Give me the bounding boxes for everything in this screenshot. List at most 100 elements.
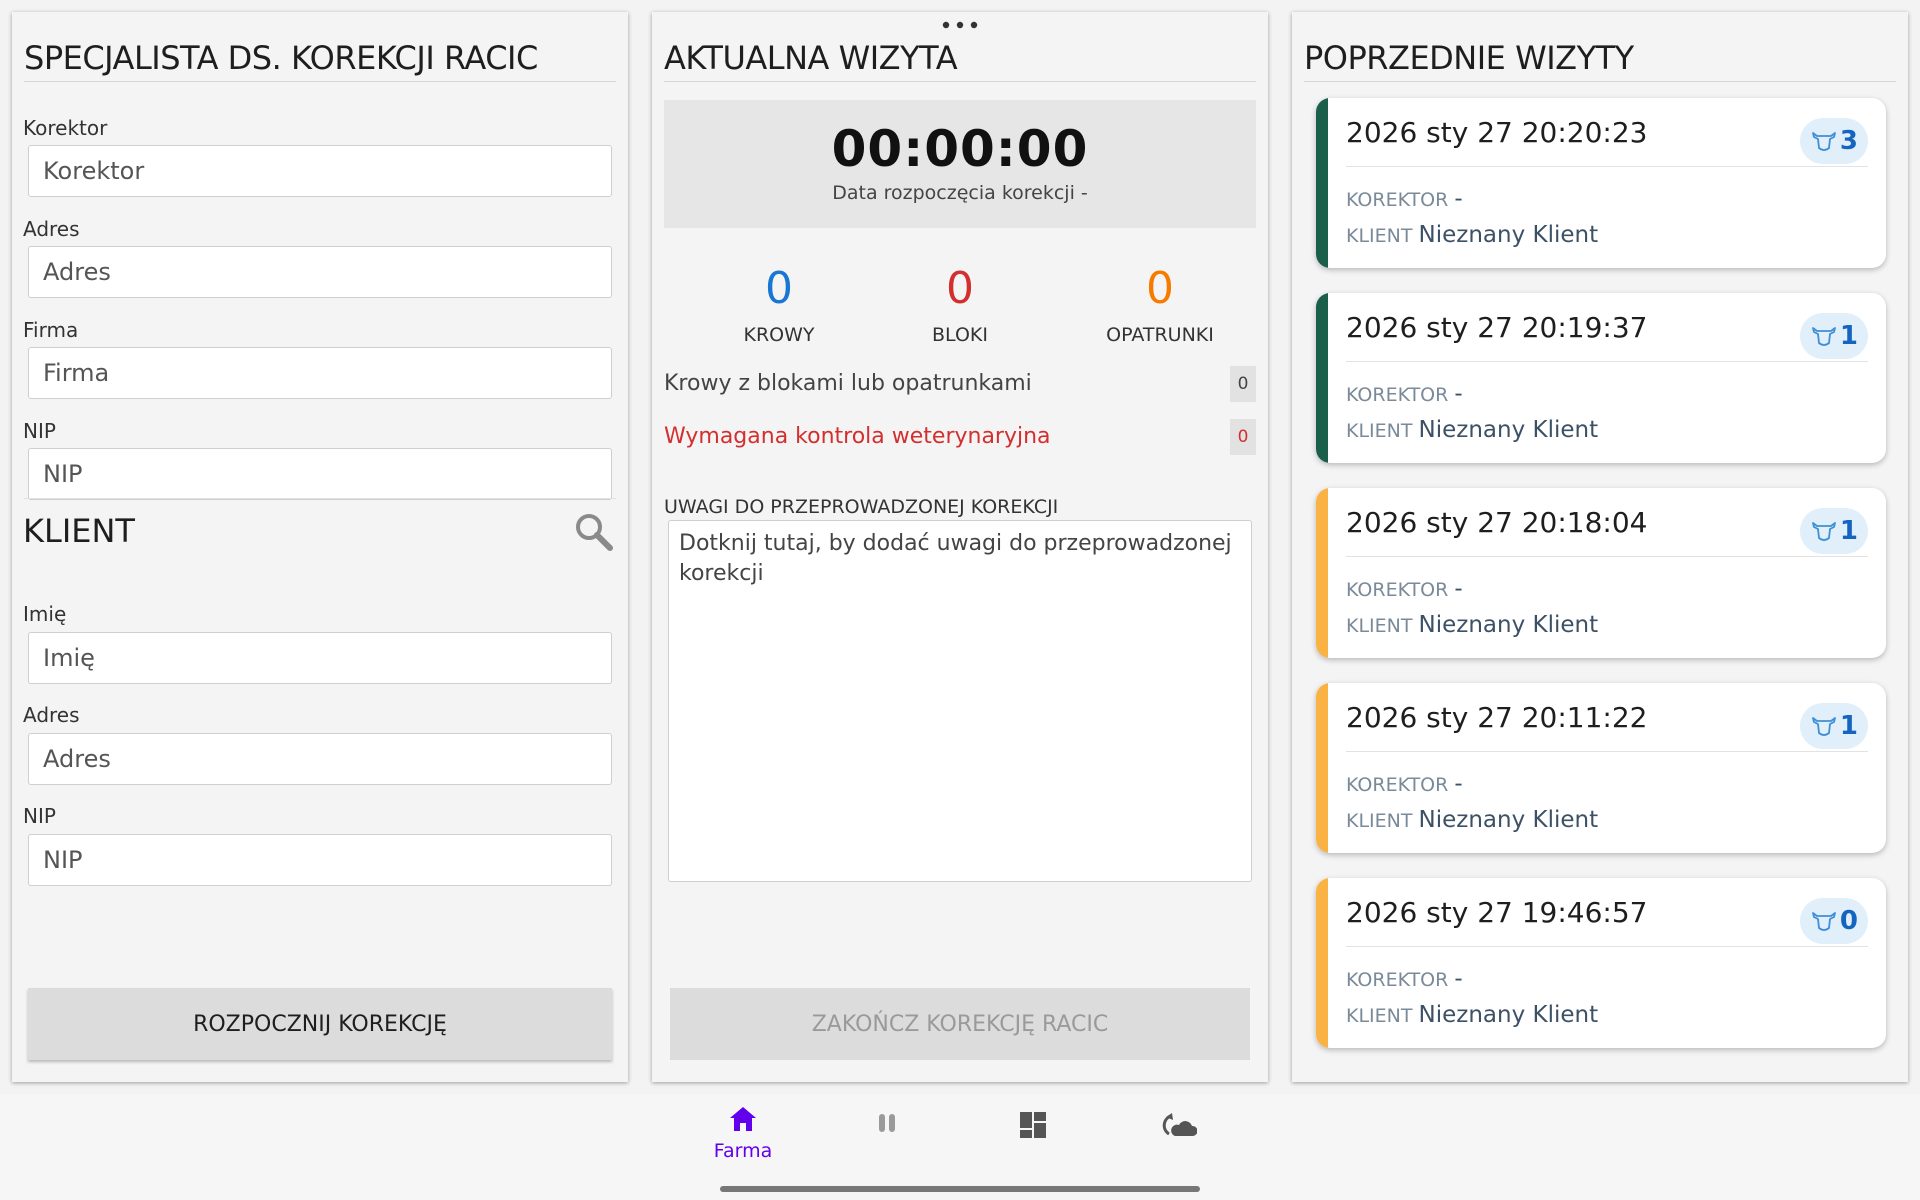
visit-cow-count-badge: 3 <box>1799 118 1868 164</box>
visit-client-value: Nieznany Klient <box>1418 612 1599 638</box>
visit-cow-count: 1 <box>1839 321 1858 351</box>
visit-client-value: Nieznany Klient <box>1418 1002 1599 1028</box>
cow-icon <box>1812 522 1836 541</box>
visit-status-stripe <box>1316 293 1328 463</box>
visit-card[interactable]: 2026 sty 27 20:11:22 1 KOREKTOR - KLIENT… <box>1316 683 1886 853</box>
corrector-address-label: Adres <box>23 217 80 241</box>
dashboard-icon <box>1020 1112 1046 1138</box>
visit-card[interactable]: 2026 sty 27 19:46:57 0 KOREKTOR - KLIENT… <box>1316 878 1886 1048</box>
visit-date: 2026 sty 27 20:11:22 <box>1346 701 1648 734</box>
korektor-input[interactable] <box>28 145 612 197</box>
client-name-label: Imię <box>23 602 67 626</box>
visit-korektor-line: KOREKTOR - <box>1346 381 1463 407</box>
stat-cows-value: 0 <box>765 263 793 314</box>
visit-client-value: Nieznany Klient <box>1418 807 1599 833</box>
timer-value: 00:00:00 <box>831 120 1089 178</box>
nav-sync[interactable] <box>1124 1104 1234 1174</box>
stat-blocks: 0 BLOKI <box>860 262 1060 346</box>
visit-card[interactable]: 2026 sty 27 20:19:37 1 KOREKTOR - KLIENT… <box>1316 293 1886 463</box>
start-date-label: Data rozpoczęcia korekcji - <box>832 182 1088 204</box>
vet-check-row: Wymagana kontrola weterynaryjna 0 <box>664 417 1256 457</box>
visit-status-stripe <box>1316 488 1328 658</box>
client-name-input[interactable] <box>28 632 612 684</box>
company-input[interactable] <box>28 347 612 399</box>
visit-date: 2026 sty 27 20:19:37 <box>1346 311 1648 344</box>
notes-textarea[interactable] <box>668 520 1252 882</box>
current-visit-title: AKTUALNA WIZYTA <box>664 26 1256 82</box>
visit-divider <box>1346 166 1868 167</box>
visit-korektor-label: KOREKTOR <box>1346 189 1449 211</box>
client-address-label: Adres <box>23 703 80 727</box>
visit-status-stripe <box>1316 878 1328 1048</box>
cloud-sync-icon <box>1162 1113 1198 1136</box>
corrector-panel: SPECJALISTA DS. KOREKCJI RACIC Korektor … <box>12 12 628 1082</box>
nav-pause[interactable] <box>832 1104 942 1174</box>
cow-icon <box>1812 327 1836 346</box>
visit-korektor-line: KOREKTOR - <box>1346 186 1463 212</box>
visit-korektor-value: - <box>1454 576 1463 602</box>
visit-cow-count-badge: 1 <box>1799 703 1868 749</box>
visit-korektor-value: - <box>1454 771 1463 797</box>
visit-card[interactable]: 2026 sty 27 20:18:04 1 KOREKTOR - KLIENT… <box>1316 488 1886 658</box>
client-section-title: KLIENT <box>23 512 135 550</box>
visit-korektor-value: - <box>1454 381 1463 407</box>
visit-client-line: KLIENT Nieznany Klient <box>1346 612 1598 638</box>
visit-date: 2026 sty 27 19:46:57 <box>1346 896 1648 929</box>
visit-client-line: KLIENT Nieznany Klient <box>1346 417 1598 443</box>
visit-korektor-label: KOREKTOR <box>1346 774 1449 796</box>
cow-icon <box>1812 717 1836 736</box>
visit-client-line: KLIENT Nieznany Klient <box>1346 807 1598 833</box>
stat-blocks-value: 0 <box>946 263 974 314</box>
cow-icon <box>1812 912 1836 931</box>
client-address-input[interactable] <box>28 733 612 785</box>
notes-label: UWAGI DO PRZEPROWADZONEJ KOREKCJI <box>664 496 1059 518</box>
stat-cows: 0 KROWY <box>679 262 879 346</box>
client-nip-label: NIP <box>23 804 56 828</box>
visit-divider <box>1346 946 1868 947</box>
client-nip-input[interactable] <box>28 834 612 886</box>
visit-divider <box>1346 556 1868 557</box>
start-correction-button[interactable]: ROZPOCZNIJ KOREKCJĘ <box>28 988 612 1060</box>
visit-date: 2026 sty 27 20:18:04 <box>1346 506 1648 539</box>
home-indicator[interactable] <box>720 1186 1200 1192</box>
stat-dressings-value: 0 <box>1146 263 1174 314</box>
visit-client-line: KLIENT Nieznany Klient <box>1346 222 1598 248</box>
cows-with-blocks-label: Krowy z blokami lub opatrunkami <box>664 371 1032 396</box>
cow-icon <box>1812 132 1836 151</box>
visit-korektor-label: KOREKTOR <box>1346 384 1449 406</box>
cows-with-blocks-row: Krowy z blokami lub opatrunkami 0 <box>664 364 1256 404</box>
stat-cows-label: KROWY <box>743 324 815 346</box>
visit-date: 2026 sty 27 20:20:23 <box>1346 116 1648 149</box>
end-correction-button[interactable]: ZAKOŃCZ KOREKCJĘ RACIC <box>670 988 1250 1060</box>
corrector-address-input[interactable] <box>28 246 612 298</box>
client-search-button[interactable] <box>572 510 616 554</box>
visit-cow-count: 1 <box>1839 711 1858 741</box>
corrector-panel-title: SPECJALISTA DS. KOREKCJI RACIC <box>24 26 616 82</box>
visit-korektor-line: KOREKTOR - <box>1346 576 1463 602</box>
vet-check-count: 0 <box>1230 419 1256 455</box>
visit-korektor-line: KOREKTOR - <box>1346 966 1463 992</box>
nav-farm[interactable]: Farma <box>688 1104 798 1174</box>
search-icon <box>576 514 613 551</box>
visit-status-stripe <box>1316 98 1328 268</box>
visit-client-value: Nieznany Klient <box>1418 222 1599 248</box>
visit-cow-count: 3 <box>1839 126 1858 156</box>
stat-dressings: 0 OPATRUNKI <box>1060 262 1260 346</box>
visit-client-label: KLIENT <box>1346 420 1413 442</box>
visit-client-label: KLIENT <box>1346 225 1413 247</box>
nav-farm-label: Farma <box>713 1140 773 1162</box>
visit-divider <box>1346 361 1868 362</box>
current-visit-panel: AKTUALNA WIZYTA 00:00:00 Data rozpoczęci… <box>652 12 1268 1082</box>
visit-cow-count: 1 <box>1839 516 1858 546</box>
visit-client-value: Nieznany Klient <box>1418 417 1599 443</box>
korektor-label: Korektor <box>23 116 108 140</box>
corrector-nip-input[interactable] <box>28 448 612 500</box>
visit-card[interactable]: 2026 sty 27 20:20:23 3 KOREKTOR - KLIENT… <box>1316 98 1886 268</box>
visit-korektor-value: - <box>1454 186 1463 212</box>
visit-korektor-value: - <box>1454 966 1463 992</box>
visit-korektor-label: KOREKTOR <box>1346 969 1449 991</box>
previous-visits-title: POPRZEDNIE WIZYTY <box>1304 26 1896 82</box>
visit-cow-count: 0 <box>1839 906 1858 936</box>
section-divider <box>24 498 616 499</box>
nav-dashboard[interactable] <box>978 1104 1088 1174</box>
